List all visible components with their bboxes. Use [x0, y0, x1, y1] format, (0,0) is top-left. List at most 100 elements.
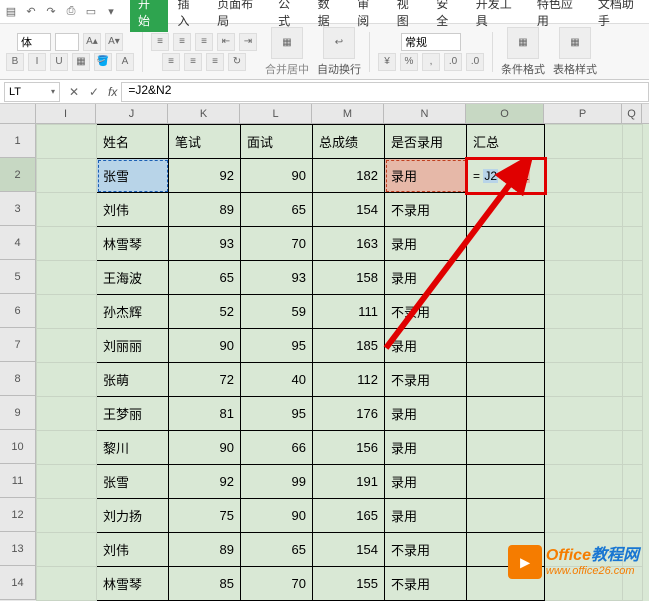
cell[interactable]: 40	[241, 363, 313, 397]
tab-layout[interactable]: 页面布局	[209, 0, 268, 32]
cell[interactable]: 不录用	[385, 363, 467, 397]
cell[interactable]: 录用	[385, 329, 467, 363]
cell[interactable]: 70	[241, 227, 313, 261]
cell[interactable]	[545, 159, 623, 193]
cell[interactable]	[37, 261, 97, 295]
cell[interactable]: 163	[313, 227, 385, 261]
cell[interactable]	[467, 295, 545, 329]
cancel-formula-icon[interactable]: ✕	[64, 85, 84, 99]
increase-font-icon[interactable]: A▴	[83, 33, 101, 51]
cell[interactable]	[623, 295, 643, 329]
cell[interactable]: 林雪琴	[97, 227, 169, 261]
cell[interactable]	[545, 329, 623, 363]
col-header[interactable]: O	[466, 104, 544, 123]
wrap-icon[interactable]: ↩	[323, 27, 355, 59]
cell[interactable]: 面试	[241, 125, 313, 159]
cell[interactable]: 112	[313, 363, 385, 397]
cell[interactable]	[623, 329, 643, 363]
merge-icon[interactable]: ▦	[271, 27, 303, 59]
bold-icon[interactable]: B	[6, 53, 24, 71]
preview-icon[interactable]: ▭	[84, 5, 98, 19]
orientation-icon[interactable]: ↻	[228, 53, 246, 71]
cell[interactable]: 81	[169, 397, 241, 431]
row-header[interactable]: 14	[0, 566, 36, 600]
cell[interactable]	[37, 465, 97, 499]
undo-icon[interactable]: ↶	[24, 5, 38, 19]
border-icon[interactable]: ▦	[72, 53, 90, 71]
cell[interactable]	[37, 397, 97, 431]
cell[interactable]	[37, 363, 97, 397]
row-header[interactable]: 1	[0, 124, 36, 158]
cell[interactable]: 154	[313, 193, 385, 227]
cell[interactable]: 刘伟	[97, 533, 169, 567]
cell[interactable]: 录用	[385, 227, 467, 261]
cell[interactable]	[545, 125, 623, 159]
cell[interactable]	[37, 567, 97, 601]
cell[interactable]: 65	[241, 193, 313, 227]
cell[interactable]: 90	[169, 431, 241, 465]
row-header[interactable]: 13	[0, 532, 36, 566]
col-header[interactable]: Q	[622, 104, 642, 123]
cell[interactable]: 汇总	[467, 125, 545, 159]
tab-security[interactable]: 安全	[428, 0, 466, 32]
row-header[interactable]: 10	[0, 430, 36, 464]
cell[interactable]: 录用	[385, 159, 467, 193]
cell[interactable]: 70	[241, 567, 313, 601]
cell[interactable]: 182	[313, 159, 385, 193]
cell[interactable]	[545, 295, 623, 329]
tab-insert[interactable]: 插入	[170, 0, 208, 32]
cell[interactable]: 姓名	[97, 125, 169, 159]
font-color-icon[interactable]: A	[116, 53, 134, 71]
cell[interactable]: 89	[169, 193, 241, 227]
cell[interactable]	[37, 193, 97, 227]
cell[interactable]: 录用	[385, 465, 467, 499]
cell[interactable]: 刘伟	[97, 193, 169, 227]
cell[interactable]: 191	[313, 465, 385, 499]
cell[interactable]: 92	[169, 159, 241, 193]
cell[interactable]: 85	[169, 567, 241, 601]
row-header[interactable]: 8	[0, 362, 36, 396]
formula-input[interactable]: =J2&N2	[121, 82, 649, 102]
comma-icon[interactable]: ,	[422, 53, 440, 71]
align-center-icon[interactable]: ≡	[184, 53, 202, 71]
cell[interactable]	[467, 227, 545, 261]
cell[interactable]	[37, 159, 97, 193]
align-top-icon[interactable]: ≡	[151, 33, 169, 51]
redo-icon[interactable]: ↷	[44, 5, 58, 19]
cell[interactable]	[37, 125, 97, 159]
cell[interactable]	[623, 261, 643, 295]
fx-icon[interactable]: fx	[108, 85, 117, 99]
cell[interactable]: 185	[313, 329, 385, 363]
cell[interactable]: 154	[313, 533, 385, 567]
cell[interactable]	[37, 431, 97, 465]
row-header[interactable]: 3	[0, 192, 36, 226]
cell[interactable]	[623, 363, 643, 397]
row-header[interactable]: 12	[0, 498, 36, 532]
cell[interactable]: 王梦丽	[97, 397, 169, 431]
cell[interactable]	[37, 295, 97, 329]
dec-inc-icon[interactable]: .0	[444, 53, 462, 71]
cell[interactable]: 65	[241, 533, 313, 567]
cell[interactable]: 笔试	[169, 125, 241, 159]
cell[interactable]	[37, 227, 97, 261]
cell[interactable]	[545, 193, 623, 227]
spreadsheet-grid[interactable]: 1234567891011121314 姓名笔试面试总成绩是否录用汇总张雪929…	[0, 124, 649, 601]
row-header[interactable]: 7	[0, 328, 36, 362]
cell[interactable]: 90	[241, 499, 313, 533]
cell[interactable]: 72	[169, 363, 241, 397]
indent-inc-icon[interactable]: ⇥	[239, 33, 257, 51]
cell[interactable]: 林雪琴	[97, 567, 169, 601]
cell[interactable]: 65	[169, 261, 241, 295]
cell[interactable]: 95	[241, 397, 313, 431]
cell[interactable]: 不录用	[385, 567, 467, 601]
cell[interactable]	[545, 227, 623, 261]
cell[interactable]: 93	[169, 227, 241, 261]
decrease-font-icon[interactable]: A▾	[105, 33, 123, 51]
chevron-down-icon[interactable]: ▾	[51, 87, 55, 96]
cell[interactable]	[623, 125, 643, 159]
col-header[interactable]: M	[312, 104, 384, 123]
tab-view[interactable]: 视图	[389, 0, 427, 32]
cell[interactable]	[467, 261, 545, 295]
cell[interactable]: 刘丽丽	[97, 329, 169, 363]
indent-dec-icon[interactable]: ⇤	[217, 33, 235, 51]
